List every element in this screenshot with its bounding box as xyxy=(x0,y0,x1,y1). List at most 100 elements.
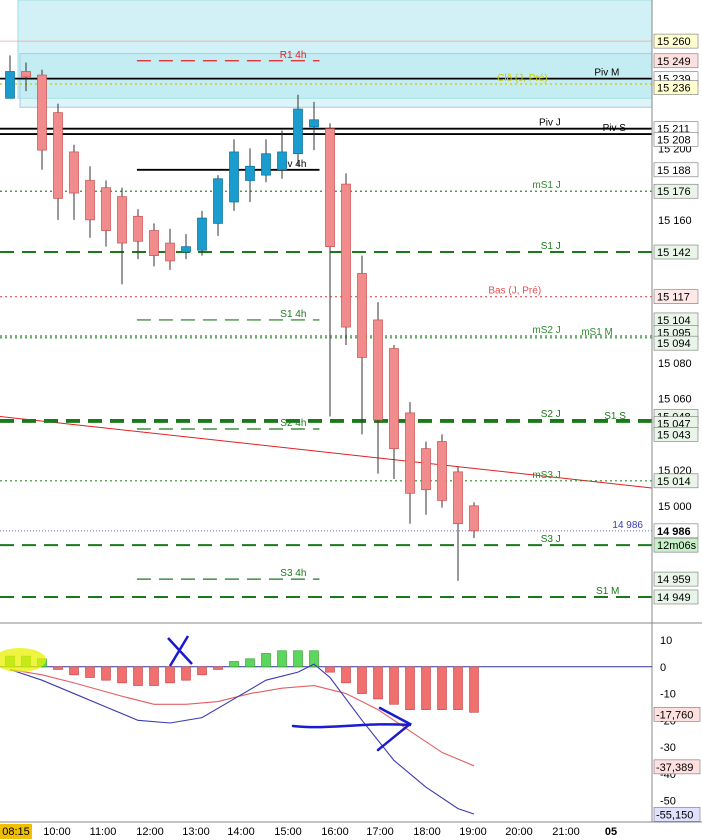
histogram-bar xyxy=(101,666,111,681)
candle-body xyxy=(405,412,415,494)
price-tag-text: 15 142 xyxy=(657,247,691,259)
price-tag-text: 15 236 xyxy=(657,83,691,95)
histogram-bar xyxy=(181,666,191,681)
histogram-bar xyxy=(469,666,479,713)
price-tag-text: 15 043 xyxy=(657,429,691,441)
price-tag-text: 15 094 xyxy=(657,338,691,350)
candle-body xyxy=(85,180,95,221)
indicator-tick-label: 0 xyxy=(660,662,666,674)
histogram-bar xyxy=(117,666,127,684)
candle-body xyxy=(133,215,143,242)
level-label-s3-j: S3 J xyxy=(541,534,561,545)
level-label-s1-s: S1 S xyxy=(604,411,626,422)
current-price-label: 14 986 xyxy=(612,520,643,531)
level-label-s1-4h: S1 4h xyxy=(280,309,306,320)
histogram-bar xyxy=(85,666,95,678)
time-tick-label: 18:00 xyxy=(413,826,441,838)
price-tag-text: 15 014 xyxy=(657,476,691,488)
histogram-bar xyxy=(213,666,223,670)
histogram-bar xyxy=(341,666,351,684)
level-label-s3-4h: S3 4h xyxy=(280,568,306,579)
candle-body xyxy=(453,471,463,525)
histogram-bar xyxy=(197,666,207,676)
price-tag-text: 14 986 xyxy=(657,526,691,538)
indicator-tick-label: 10 xyxy=(660,635,672,647)
level-label-piv-j: Piv J xyxy=(539,118,561,129)
price-tick-label: 15 080 xyxy=(658,358,692,370)
zone-upper-zone-inner xyxy=(19,53,653,108)
time-tick-label: 19:00 xyxy=(459,826,487,838)
level-label-ms3-j: mS3 J xyxy=(532,470,560,481)
histogram-bar xyxy=(69,666,79,676)
price-tick-label: 15 000 xyxy=(658,501,692,513)
indicator-tag-text: -37,389 xyxy=(656,762,693,774)
indicator-tick-label: -30 xyxy=(660,742,676,754)
price-tag-text: 15 208 xyxy=(657,134,691,146)
time-tick-label: 14:00 xyxy=(227,826,255,838)
histogram-bar xyxy=(405,666,415,710)
candle-body xyxy=(245,165,255,181)
histogram-bar xyxy=(325,666,335,673)
level-label-bas-j-pr-: Bas (J, Pré) xyxy=(488,286,541,297)
histogram-bar xyxy=(245,658,255,668)
level-label-piv-m: Piv M xyxy=(594,68,619,79)
time-tick-label: 05 xyxy=(605,826,617,838)
time-tick-label: 11:00 xyxy=(90,826,117,838)
price-tag-text: 15 188 xyxy=(657,165,691,177)
histogram-bar xyxy=(389,666,399,705)
price-tag-text: 15 104 xyxy=(657,315,691,327)
time-tick-label: 20:00 xyxy=(505,826,533,838)
time-tick-label: 10:00 xyxy=(43,826,71,838)
level-label-piv-s: Piv S xyxy=(603,123,627,134)
candle-body xyxy=(229,151,239,203)
price-tick-label: 15 160 xyxy=(658,215,692,227)
level-label-r1-4h: R1 4h xyxy=(280,50,307,61)
price-tag-text: 15 260 xyxy=(657,36,691,48)
histogram-bar xyxy=(229,661,239,668)
candle-body xyxy=(325,128,335,248)
histogram-bar xyxy=(165,666,175,684)
candle-body xyxy=(37,74,47,151)
histogram-bar xyxy=(357,666,367,694)
histogram-bar xyxy=(421,666,431,710)
time-tick-label: 16:00 xyxy=(321,826,349,838)
price-tag-text: 12m06s xyxy=(657,540,697,552)
level-label-s1-m: S1 M xyxy=(596,586,619,597)
time-tick-label: 08:15 xyxy=(2,826,30,838)
candle-body xyxy=(389,348,399,449)
histogram-bar xyxy=(133,666,143,686)
level-label-s1-j: S1 J xyxy=(541,241,561,252)
candle-body xyxy=(277,151,287,171)
time-tick-label: 13:00 xyxy=(182,826,210,838)
histogram-bar xyxy=(277,650,287,668)
candle-body xyxy=(261,153,271,176)
price-tag-text: 15 117 xyxy=(657,292,690,304)
trading-chart: R1 4hPiv MClô (J, Pré)Piv J Piv SPiv 4hmS… xyxy=(0,0,702,840)
price-tag-text: 15 249 xyxy=(657,56,691,68)
candle-body xyxy=(421,448,431,491)
price-tag-text: 14 949 xyxy=(657,592,691,604)
price-tag-text: 15 176 xyxy=(657,186,691,198)
indicator-tick-label: -10 xyxy=(660,689,676,701)
level-label-ms1-j: mS1 J xyxy=(532,180,560,191)
candle-body xyxy=(165,242,175,262)
level-label-cl-j-pr-: Clô (J, Pré) xyxy=(497,73,548,84)
price-tick-label: 15 060 xyxy=(658,394,692,406)
histogram-bar xyxy=(149,666,159,686)
candle-body xyxy=(101,187,111,231)
candle-body xyxy=(53,112,63,199)
time-tick-label: 21:00 xyxy=(552,826,580,838)
candle-body xyxy=(293,108,303,155)
price-tag-text: 14 959 xyxy=(657,574,691,586)
indicator-tag-text: -55,150 xyxy=(656,809,693,821)
time-tick-label: 12:00 xyxy=(136,826,164,838)
candle-body xyxy=(341,183,351,328)
candle-body xyxy=(149,230,159,256)
histogram-bar xyxy=(53,666,63,670)
level-label-s2-j: S2 J xyxy=(541,409,561,420)
level-label-ms2-j: mS2 J xyxy=(532,325,560,336)
time-tick-label: 17:00 xyxy=(366,826,394,838)
histogram-bar xyxy=(293,650,303,668)
candle-body xyxy=(181,246,191,253)
histogram-bar xyxy=(373,666,383,700)
